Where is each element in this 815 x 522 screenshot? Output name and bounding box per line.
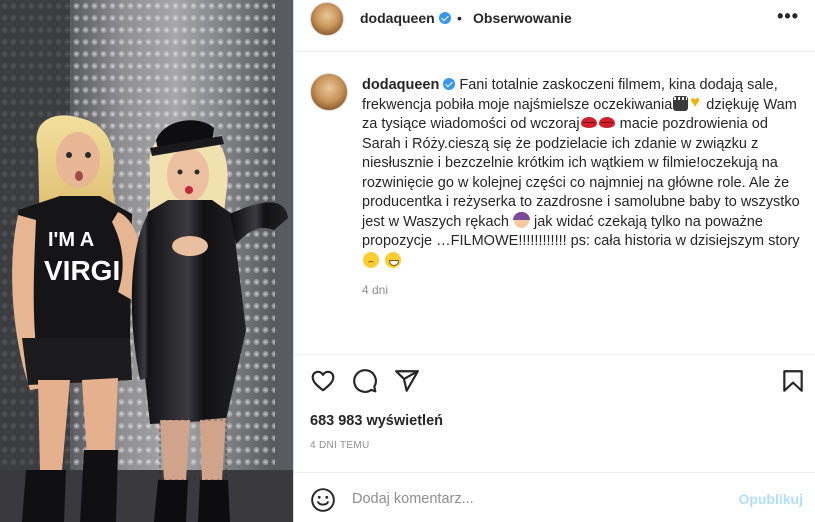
more-options-icon[interactable]: ••• (777, 6, 799, 27)
post-date[interactable]: 4 DNI TEMU (310, 440, 370, 451)
caption-author-avatar[interactable] (310, 73, 348, 111)
views-number: 683 983 (310, 413, 363, 429)
photo-illustration: I'M A VIRGI (0, 0, 293, 522)
post-side-panel: dodaqueen • Obserwowanie ••• dodaqueen F… (294, 0, 815, 522)
caption-text-3: macie pozdrowienia od Sarah i Róży.ciesz… (362, 116, 800, 230)
lips-emoji-icon (580, 117, 597, 128)
author-avatar[interactable] (310, 2, 344, 36)
verified-badge-icon (438, 12, 451, 24)
lips-emoji-icon-2 (598, 117, 615, 128)
save-button[interactable] (780, 368, 806, 394)
yellow-heart-emoji-icon (690, 93, 705, 113)
frowning-face-emoji-icon (363, 251, 379, 268)
instagram-post: I'M A VIRGI dodaqueen • Obserwowanie •••… (0, 0, 815, 522)
header-divider (294, 51, 815, 52)
post-photo[interactable]: I'M A VIRGI (0, 0, 293, 522)
post-caption: dodaqueen Fani totalnie zaskoczeni filme… (362, 76, 807, 272)
views-count[interactable]: 683 983 wyświetleń (310, 413, 443, 429)
views-label: wyświetleń (366, 413, 444, 429)
caption-verified-badge-icon (443, 78, 456, 90)
shirt-text-2: VIRGI (44, 255, 120, 286)
author-username-text[interactable]: dodaqueen (360, 10, 435, 26)
comment-input[interactable] (352, 488, 712, 510)
bookmark-icon (783, 370, 803, 392)
grinning-sweat-emoji-icon (385, 251, 402, 268)
comment-icon (353, 369, 377, 393)
like-button[interactable] (310, 368, 336, 394)
publish-button[interactable]: Opublikuj (738, 491, 803, 507)
smiley-icon (311, 488, 335, 512)
comment-button[interactable] (352, 368, 378, 394)
comment-divider (294, 472, 815, 473)
actions-divider (294, 354, 815, 355)
author-username[interactable]: dodaqueen (360, 10, 451, 26)
caption-time-ago[interactable]: 4 dni (362, 283, 388, 297)
caption-username[interactable]: dodaqueen (362, 77, 439, 93)
following-button[interactable]: Obserwowanie (473, 10, 572, 26)
header-separator: • (457, 10, 462, 26)
heart-icon (311, 370, 335, 392)
emoji-picker-button[interactable] (310, 487, 336, 513)
woman-gesturing-emoji-icon (512, 211, 530, 228)
share-icon (395, 370, 419, 392)
share-button[interactable] (394, 368, 420, 394)
shirt-text-1: I'M A (48, 229, 94, 251)
clapper-board-emoji-icon (673, 95, 689, 111)
